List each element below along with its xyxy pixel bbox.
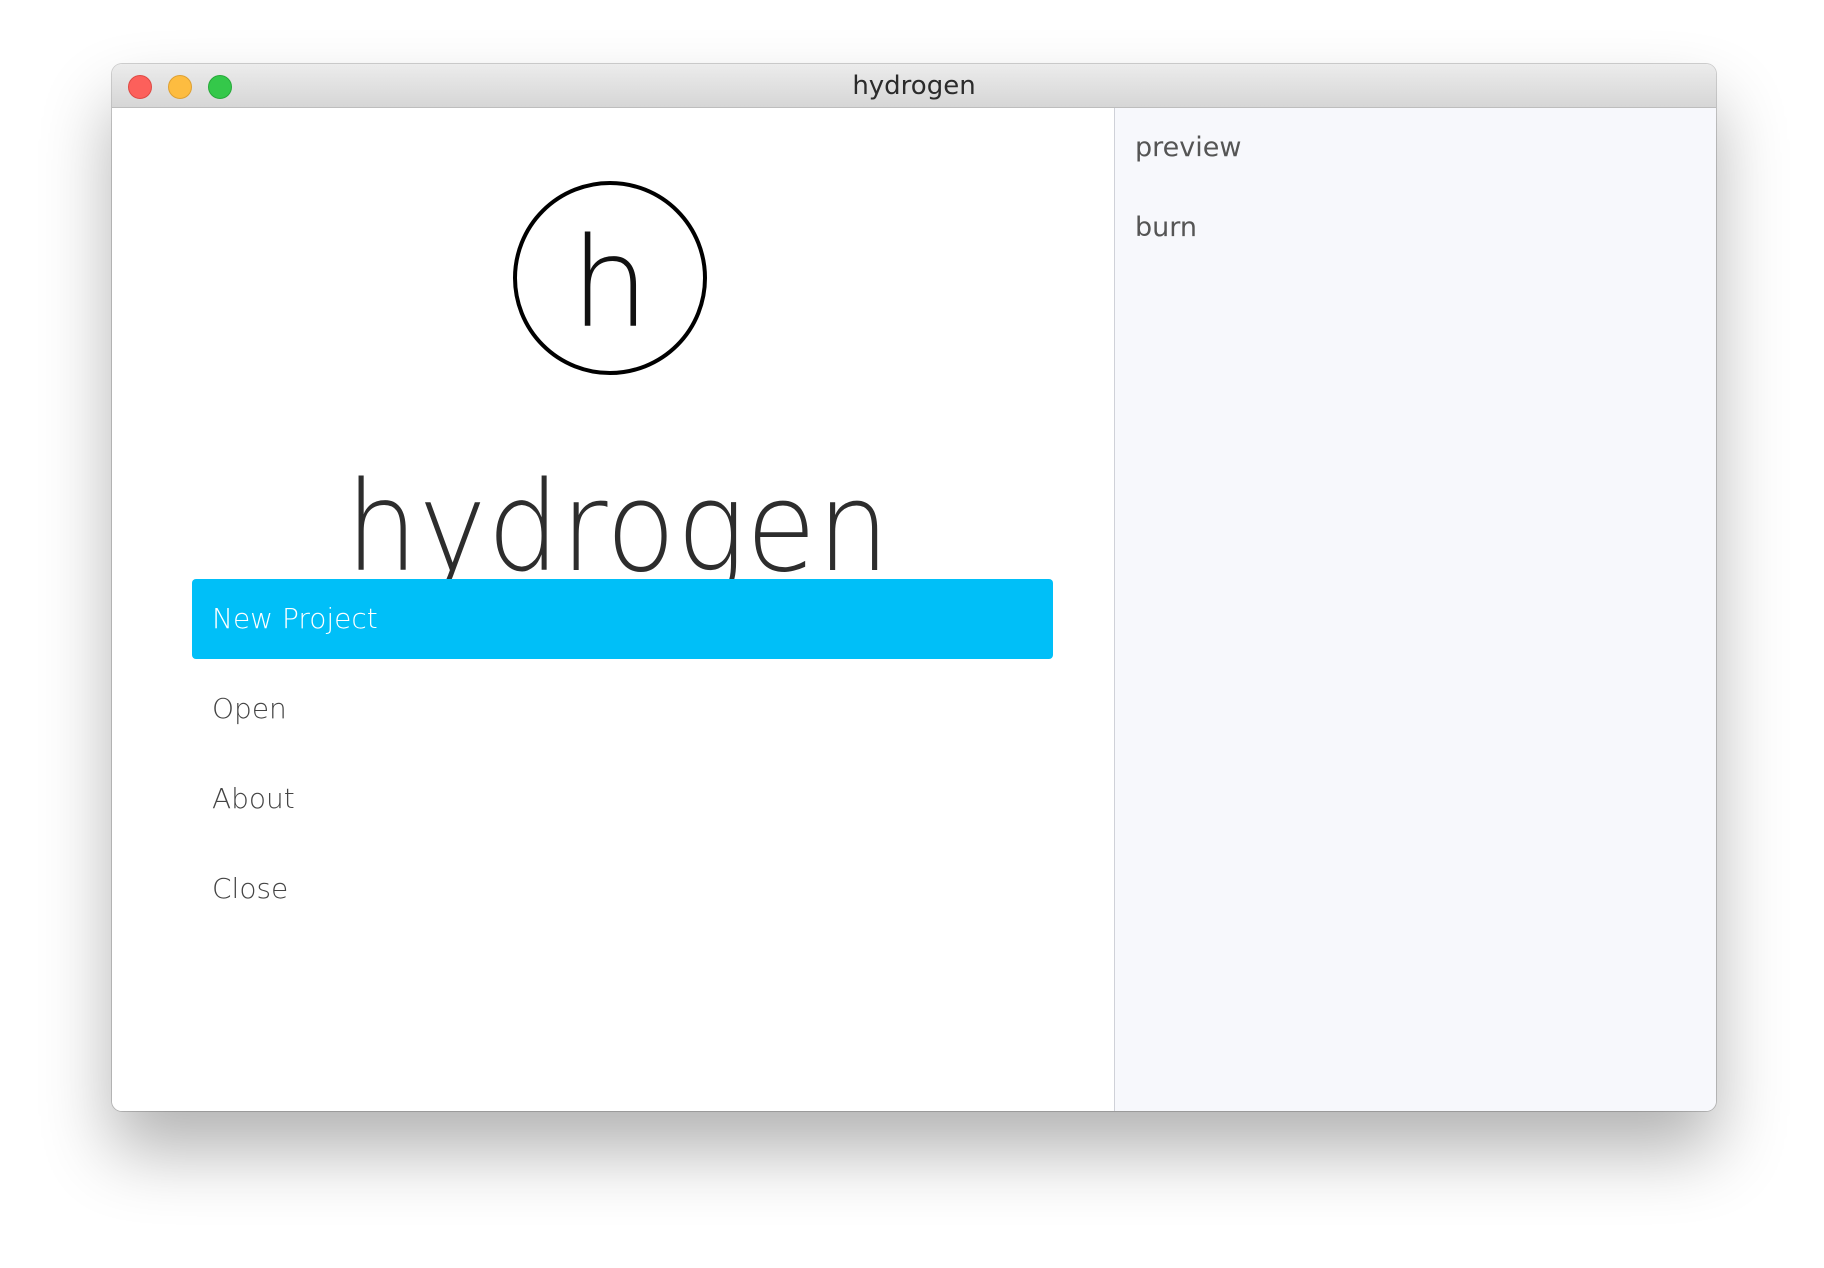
app-window: hydrogen h hydrogen New Project Open Abo… xyxy=(112,64,1716,1111)
about-button[interactable]: About xyxy=(192,759,1053,839)
hydrogen-logo: h xyxy=(513,181,707,375)
side-panel: preview burn xyxy=(1114,108,1716,1111)
title-bar[interactable]: hydrogen xyxy=(112,64,1716,108)
close-button[interactable]: Close xyxy=(192,849,1053,929)
start-menu: New Project Open About Close xyxy=(192,579,1053,939)
window-content: h hydrogen New Project Open About Close … xyxy=(112,108,1716,1111)
sidebar-item-burn[interactable]: burn xyxy=(1135,212,1197,243)
main-pane: h hydrogen New Project Open About Close xyxy=(112,108,1114,1111)
sidebar-item-preview[interactable]: preview xyxy=(1135,132,1241,163)
app-name-heading: hydrogen xyxy=(345,456,891,600)
open-button[interactable]: Open xyxy=(192,669,1053,749)
logo-letter: h xyxy=(571,212,650,356)
new-project-button[interactable]: New Project xyxy=(192,579,1053,659)
window-title: hydrogen xyxy=(852,71,976,101)
